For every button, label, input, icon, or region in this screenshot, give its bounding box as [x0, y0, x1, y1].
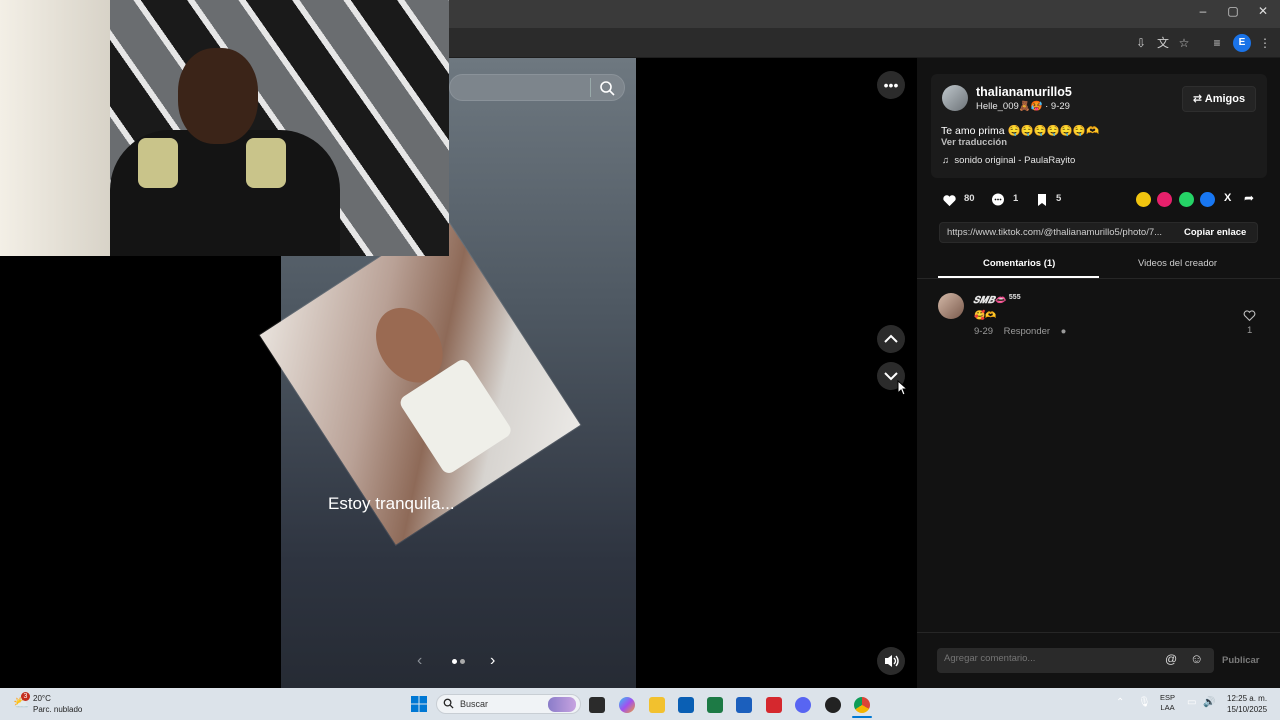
- profile-avatar[interactable]: E: [1233, 34, 1251, 52]
- repost-share-icon[interactable]: [1157, 192, 1172, 207]
- tab-comments[interactable]: Comentarios (1): [983, 258, 1055, 269]
- windows-taskbar: [0, 688, 1280, 720]
- weather-temp: 20°C: [33, 694, 51, 703]
- system-clock[interactable]: 12:25 a. m. 15/10/2025: [1227, 693, 1267, 715]
- restore-button[interactable]: ▢: [1218, 4, 1248, 18]
- save-count: 5: [1056, 193, 1062, 204]
- input-language-code: ESP: [1160, 693, 1176, 702]
- chrome-icon[interactable]: [854, 697, 870, 713]
- post-username[interactable]: thalianamurillo5: [976, 85, 1072, 99]
- search-icon[interactable]: [598, 79, 616, 97]
- comment-avatar[interactable]: [938, 293, 964, 319]
- search-input[interactable]: [449, 74, 625, 101]
- pdf-reader-icon[interactable]: [766, 697, 782, 713]
- tray-overflow-icon[interactable]: ⌃: [1116, 697, 1124, 708]
- input-language-layout: LAA: [1160, 703, 1175, 712]
- carousel-dots: [452, 659, 465, 664]
- translate-link[interactable]: Ver traducción: [941, 137, 1007, 148]
- comment-text: 🥰🫶: [974, 310, 997, 320]
- post-date: 9-29: [1050, 101, 1070, 112]
- comment-input[interactable]: [944, 653, 1154, 664]
- search-highlight-icon: [548, 697, 576, 712]
- speaker-icon: [885, 655, 899, 667]
- input-language[interactable]: ESP LAA: [1160, 693, 1175, 713]
- composer-divider: [917, 632, 1280, 633]
- weather-desc: Parc. nublado: [33, 705, 83, 714]
- copy-link-button[interactable]: Copiar enlace: [1184, 227, 1246, 238]
- clock-time: 12:25 a. m.: [1227, 694, 1268, 703]
- like-count: 80: [964, 193, 975, 204]
- volume-button[interactable]: [877, 647, 905, 675]
- weather-widget[interactable]: 20°C Parc. nublado: [33, 693, 82, 715]
- comment-like-icon[interactable]: [1243, 309, 1256, 322]
- webcam-overlay: [0, 0, 449, 256]
- minimize-button[interactable]: –: [1188, 4, 1218, 18]
- obs-icon[interactable]: [825, 697, 841, 713]
- display-name: Helle_009🧸🥵: [976, 101, 1043, 112]
- carousel-next-icon[interactable]: ›: [490, 652, 495, 670]
- comment-user-badge: 555: [1008, 294, 1021, 301]
- translate-icon[interactable]: 文: [1154, 34, 1172, 52]
- music-label: sonido original - PaulaRayito: [954, 155, 1076, 166]
- volume-tray-icon[interactable]: 🔊: [1203, 697, 1215, 708]
- photo-caption: Estoy tranquila...: [328, 494, 455, 513]
- mouse-cursor-icon: [897, 380, 909, 396]
- discord-icon[interactable]: [795, 697, 811, 713]
- file-explorer-icon[interactable]: [649, 697, 665, 713]
- music-line[interactable]: ♫ sonido original - PaulaRayito: [942, 155, 1075, 166]
- weather-badge: 3: [21, 692, 30, 701]
- carousel-prev-icon[interactable]: ‹: [417, 652, 422, 670]
- comment-like-count: 1: [1247, 325, 1253, 336]
- comment-composer: @ ☺: [937, 648, 1214, 673]
- bookmark-star-icon[interactable]: ☆: [1175, 34, 1193, 52]
- word-icon[interactable]: [736, 697, 752, 713]
- post-link-text[interactable]: https://www.tiktok.com/@thalianamurillo5…: [947, 227, 1171, 238]
- microphone-icon[interactable]: 🎙: [1138, 697, 1151, 708]
- mention-icon[interactable]: @: [1165, 652, 1177, 666]
- share-arrow-icon[interactable]: ➦: [1244, 191, 1254, 205]
- taskbar-search-label: Buscar: [460, 699, 489, 709]
- tabs-divider: [917, 278, 1280, 279]
- comment-meta: 9-29 Responder ●: [974, 326, 1066, 337]
- close-button[interactable]: ✕: [1248, 4, 1278, 18]
- emoji-icon[interactable]: ☺: [1190, 651, 1203, 666]
- install-app-icon[interactable]: ⇩: [1132, 34, 1150, 52]
- comment-count: 1: [1013, 193, 1019, 204]
- previous-post-button[interactable]: [877, 325, 905, 353]
- network-icon[interactable]: ▭: [1187, 697, 1196, 708]
- media-control-icon[interactable]: ≡: [1208, 34, 1226, 52]
- post-description: Te amo prima 🤤🤤🤤🤤🤤🤤🫶: [941, 125, 1100, 137]
- coin-share-icon[interactable]: [1136, 192, 1151, 207]
- task-view-icon[interactable]: [589, 697, 605, 713]
- taskbar-search-icon: [443, 698, 454, 709]
- tab-creator-videos[interactable]: Videos del creador: [1138, 258, 1217, 269]
- friends-button[interactable]: ⇄ Amigos: [1182, 86, 1256, 112]
- comment-date: 9-29: [974, 326, 994, 337]
- facebook-share-icon[interactable]: [1200, 192, 1215, 207]
- bookmark-icon[interactable]: [1035, 192, 1049, 208]
- friends-label: Amigos: [1204, 93, 1246, 105]
- creator-reaction-icon: ●: [1060, 326, 1067, 337]
- comment-user-label: 𝑺𝑴𝑩👄: [973, 295, 1007, 307]
- post-subline: Helle_009🧸🥵 · 9-29: [976, 101, 1070, 112]
- avatar[interactable]: [942, 85, 968, 111]
- x-share-icon[interactable]: X: [1224, 192, 1231, 204]
- publish-button[interactable]: Publicar: [1222, 655, 1260, 666]
- menu-dots-icon[interactable]: ⋮: [1256, 34, 1274, 52]
- comment-icon[interactable]: [990, 192, 1006, 208]
- copilot-icon[interactable]: [619, 697, 635, 713]
- store-icon[interactable]: [678, 697, 694, 713]
- excel-icon[interactable]: [707, 697, 723, 713]
- search-divider: [590, 78, 591, 97]
- whatsapp-share-icon[interactable]: [1179, 192, 1194, 207]
- comment-username[interactable]: 𝑺𝑴𝑩👄 555: [973, 294, 1021, 306]
- windows-start-icon[interactable]: [411, 696, 427, 712]
- reply-button[interactable]: Responder: [1004, 326, 1050, 337]
- like-icon[interactable]: [942, 193, 957, 208]
- active-app-indicator: [852, 716, 872, 718]
- chevron-up-icon: [884, 334, 898, 343]
- clock-date: 15/10/2025: [1227, 705, 1268, 714]
- more-options-button[interactable]: •••: [877, 71, 905, 99]
